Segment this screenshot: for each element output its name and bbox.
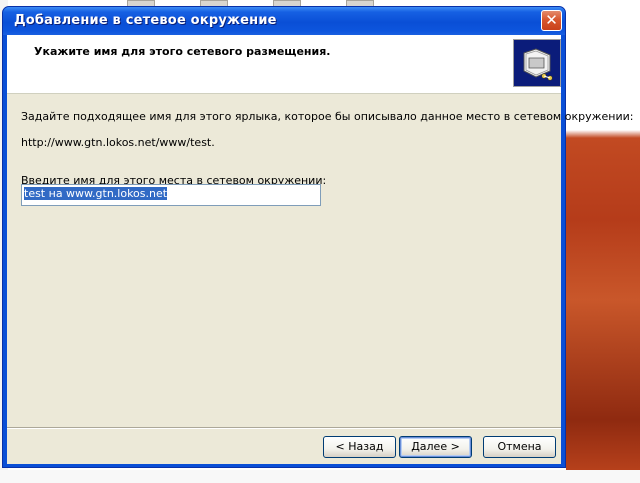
dialog-client-area: Укажите имя для этого сетевого размещени… bbox=[7, 35, 633, 464]
window-title: Добавление в сетевое окружение bbox=[14, 13, 277, 28]
network-folder-icon bbox=[513, 39, 561, 87]
network-url: http://www.gtn.lokos.net/www/test. bbox=[21, 136, 215, 149]
close-icon: ✕ bbox=[545, 11, 558, 29]
dialog-window: Добавление в сетевое окружение ✕ Укажите… bbox=[2, 6, 633, 468]
desktop-background bbox=[566, 0, 640, 483]
close-button[interactable]: ✕ bbox=[541, 10, 562, 31]
selected-input-text: test на www.gtn.lokos.net bbox=[24, 187, 168, 200]
instruction-text: Задайте подходящее имя для этого ярлыка,… bbox=[21, 110, 634, 123]
wizard-header-title: Укажите имя для этого сетевого размещени… bbox=[34, 45, 331, 58]
button-divider bbox=[7, 427, 561, 429]
cancel-button[interactable]: Отмена bbox=[483, 436, 556, 458]
desktop-bottom-strip bbox=[0, 470, 640, 483]
title-bar[interactable]: Добавление в сетевое окружение ✕ bbox=[3, 7, 565, 35]
wizard-header: Укажите имя для этого сетевого размещени… bbox=[7, 35, 561, 94]
shortcut-name-input[interactable]: test на www.gtn.lokos.net bbox=[21, 184, 321, 206]
next-button[interactable]: Далее > bbox=[399, 436, 472, 458]
back-button[interactable]: < Назад bbox=[323, 436, 396, 458]
